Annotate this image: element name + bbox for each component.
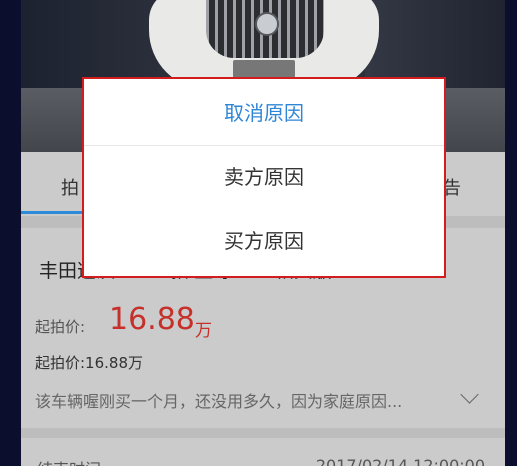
- car-logo-icon: [255, 12, 279, 36]
- starting-price-unit: 万: [195, 321, 212, 341]
- end-time-value: 2017/02/14 12:00:00: [315, 456, 485, 466]
- end-time-row: 结束时间 2017/02/14 12:00:00: [21, 438, 505, 466]
- chevron-down-icon[interactable]: [460, 385, 479, 404]
- buyer-reason-option[interactable]: 买方原因: [84, 209, 444, 273]
- tab-auction[interactable]: 拍: [61, 174, 79, 200]
- starting-price-value: 16.88: [109, 302, 195, 337]
- listing-description: 该车辆喔刚买一个月，还没用多久，因为家庭原因...: [35, 392, 403, 411]
- starting-price-label: 起拍价:: [35, 318, 86, 336]
- cancel-reason-dialog: 取消原因 卖方原因 买方原因: [82, 77, 446, 278]
- section-divider-2: [21, 428, 505, 438]
- end-time-label: 结束时间: [37, 456, 101, 466]
- license-plate: [233, 60, 295, 78]
- seller-reason-option[interactable]: 卖方原因: [84, 145, 444, 209]
- starting-price-line: 起拍价:16.88万: [35, 354, 143, 372]
- dialog-title: 取消原因: [84, 79, 444, 146]
